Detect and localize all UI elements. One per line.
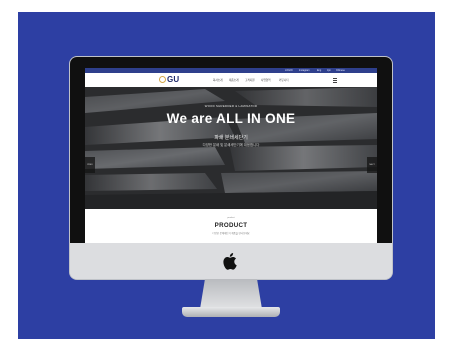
- hero-subtitle: 파쇄 분쇄세단기: [214, 135, 248, 141]
- product-title: PRODUCT: [214, 222, 248, 229]
- nav-item-company[interactable]: 회사소개: [213, 78, 223, 82]
- logo-text: GU: [167, 75, 180, 84]
- product-section: product PRODUCT 다양한 분쇄세단기 제품을 만나보세요: [85, 209, 377, 243]
- hero-slider: WOOD SHREDDER & LAMINATOR We are ALL IN …: [85, 87, 377, 209]
- nav-item-products[interactable]: 제품소개: [229, 78, 239, 82]
- monitor-stand-neck: [200, 279, 262, 309]
- nav-item-business[interactable]: 사업영역: [261, 78, 271, 82]
- product-subtitle: 다양한 분쇄세단기 제품을 만나보세요: [212, 232, 250, 235]
- hamburger-icon[interactable]: [333, 78, 337, 83]
- monitor-stand-base: [182, 307, 280, 317]
- logo-mark-icon: [159, 76, 166, 84]
- apple-logo-icon: [223, 253, 237, 270]
- slider-dots: [225, 201, 233, 209]
- slider-prev-button[interactable]: PREV: [85, 157, 95, 173]
- hero-headline: We are ALL IN ONE: [166, 111, 296, 126]
- slider-next-button[interactable]: NEXT: [367, 157, 377, 173]
- site-logo[interactable]: GU: [159, 75, 179, 84]
- website-screen: LOGIN Instagram Eng Jpn Chinese GU 회사소개 …: [85, 68, 377, 243]
- hero-eyebrow: WOOD SHREDDER & LAMINATOR: [204, 104, 258, 108]
- nav-item-support[interactable]: 고객지원: [245, 78, 255, 82]
- imac-monitor: LOGIN Instagram Eng Jpn Chinese GU 회사소개 …: [70, 57, 392, 279]
- nav-item-community[interactable]: 커뮤니티: [279, 78, 289, 82]
- product-eyebrow: product: [227, 217, 235, 219]
- hero-description: 다양한 분쇄 및 분쇄세단기에 대응합니다: [202, 143, 260, 147]
- main-navbar: GU 회사소개 제품소개 고객지원 사업영역 커뮤니티: [85, 73, 377, 87]
